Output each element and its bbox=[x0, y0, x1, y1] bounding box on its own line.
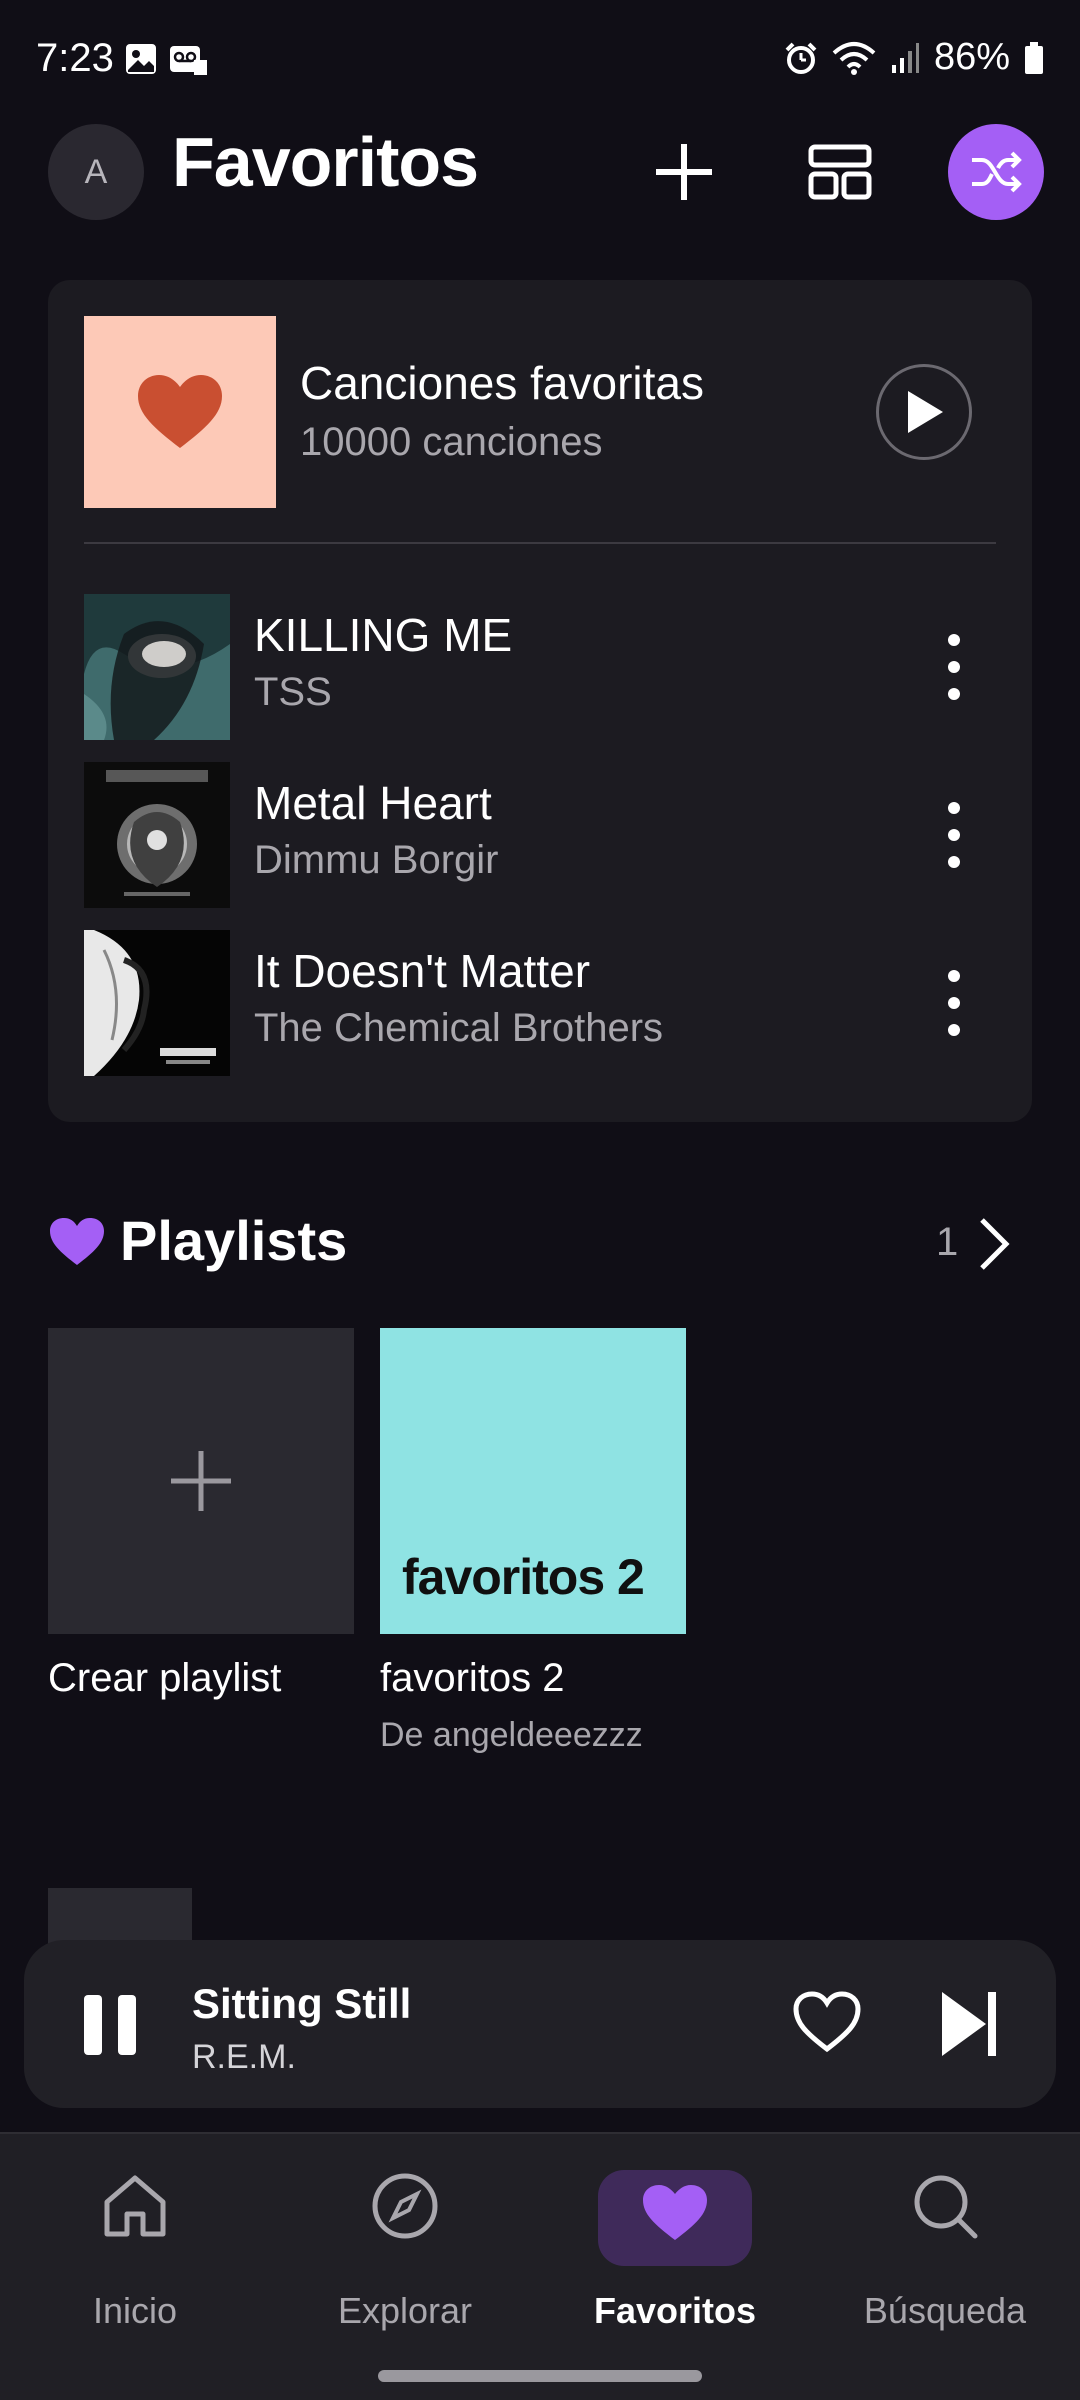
nav-label: Búsqueda bbox=[863, 2290, 1027, 2331]
divider bbox=[84, 542, 996, 544]
avatar-letter: A bbox=[84, 152, 108, 191]
shuffle-button[interactable] bbox=[948, 124, 1044, 220]
shuffle-icon bbox=[972, 151, 1022, 193]
battery-percentage: 86% bbox=[933, 36, 1010, 78]
track-title: It Doesn't Matter bbox=[254, 945, 591, 997]
nav-item-busqueda[interactable]: Búsqueda bbox=[810, 2134, 1080, 2334]
nav-item-explorar[interactable]: Explorar bbox=[270, 2134, 540, 2334]
more-vert-icon bbox=[948, 970, 960, 982]
plus-icon bbox=[171, 1451, 231, 1511]
track-menu-button[interactable] bbox=[934, 802, 974, 868]
favorite-songs-card: Canciones favoritas 10000 canciones KILL… bbox=[48, 280, 1032, 1122]
track-artist: Dimmu Borgir bbox=[254, 838, 499, 882]
track-artist: The Chemical Brothers bbox=[254, 1006, 664, 1050]
status-system-icons: 86% bbox=[784, 36, 1044, 79]
playlists-count: 1 bbox=[936, 1220, 959, 1264]
now-playing-artist: R.E.M. bbox=[192, 2038, 296, 2076]
album-art bbox=[84, 930, 230, 1076]
album-art bbox=[84, 762, 230, 908]
play-icon bbox=[908, 391, 943, 433]
track-artist: TSS bbox=[254, 670, 332, 714]
avatar[interactable]: A bbox=[48, 124, 144, 220]
favorite-songs-count: 10000 canciones bbox=[300, 420, 603, 464]
playlist-title[interactable]: favoritos 2 bbox=[380, 1656, 565, 1701]
heart-icon bbox=[138, 375, 222, 448]
playlist-cover[interactable]: favoritos 2 bbox=[380, 1328, 686, 1634]
track-row[interactable]: It Doesn't Matter The Chemical Brothers bbox=[84, 930, 996, 1076]
track-row[interactable]: Metal Heart Dimmu Borgir bbox=[84, 762, 996, 908]
playlists-heading: Playlists bbox=[120, 1209, 348, 1272]
nav-label: Inicio bbox=[92, 2290, 178, 2331]
skip-next-icon[interactable] bbox=[938, 1988, 1002, 2060]
track-title: Metal Heart bbox=[254, 777, 492, 829]
track-row[interactable]: KILLING ME TSS bbox=[84, 594, 996, 740]
now-playing-title: Sitting Still bbox=[192, 1980, 412, 2027]
playlist-owner: De angeldeeezzz bbox=[380, 1716, 643, 1754]
nav-item-inicio[interactable]: Inicio bbox=[0, 2134, 270, 2334]
more-vert-icon bbox=[948, 802, 960, 814]
nav-item-favoritos[interactable]: Favoritos bbox=[540, 2134, 810, 2334]
nav-label: Explorar bbox=[337, 2290, 473, 2331]
favorite-songs-title[interactable]: Canciones favoritas bbox=[300, 356, 704, 410]
status-bar: 7:23 86% bbox=[0, 0, 1080, 120]
voicemail-icon bbox=[170, 46, 207, 75]
home-indicator[interactable] bbox=[378, 2370, 702, 2382]
signal-icon bbox=[891, 42, 919, 73]
track-title: KILLING ME bbox=[254, 609, 513, 661]
page-title: Favoritos bbox=[172, 123, 479, 201]
mini-player[interactable]: Sitting Still R.E.M. bbox=[24, 1940, 1056, 2108]
gallery-icon bbox=[126, 44, 156, 74]
playlist-cover-text: favoritos 2 bbox=[402, 1549, 645, 1605]
pause-icon[interactable] bbox=[80, 1992, 140, 2058]
favorite-songs-cover[interactable] bbox=[84, 316, 276, 508]
grid-layout-icon bbox=[808, 144, 872, 200]
wifi-icon bbox=[832, 41, 876, 75]
nav-label: Favoritos bbox=[593, 2290, 757, 2331]
search-icon bbox=[914, 2175, 978, 2239]
create-playlist-tile[interactable] bbox=[48, 1328, 354, 1634]
like-heart-icon[interactable] bbox=[792, 1990, 862, 2054]
heart-icon bbox=[643, 2185, 707, 2240]
status-notification-icons bbox=[124, 42, 208, 76]
more-vert-icon bbox=[948, 634, 960, 646]
compass-icon bbox=[372, 2173, 438, 2239]
add-button[interactable] bbox=[636, 124, 732, 220]
track-menu-button[interactable] bbox=[934, 970, 974, 1036]
album-art bbox=[84, 594, 230, 740]
alarm-icon bbox=[785, 42, 817, 74]
bottom-navigation: Inicio Explorar Favoritos Búsqueda bbox=[0, 2132, 1080, 2400]
play-favorites-button[interactable] bbox=[876, 364, 972, 460]
create-playlist-label[interactable]: Crear playlist bbox=[48, 1656, 281, 1701]
layout-toggle-button[interactable] bbox=[792, 124, 888, 220]
heart-icon bbox=[50, 1218, 104, 1265]
status-time: 7:23 bbox=[36, 36, 114, 80]
track-menu-button[interactable] bbox=[934, 634, 974, 700]
home-icon bbox=[104, 2175, 166, 2237]
chevron-right-icon[interactable] bbox=[976, 1216, 1012, 1272]
plus-icon bbox=[656, 144, 712, 200]
battery-icon bbox=[1025, 41, 1043, 74]
